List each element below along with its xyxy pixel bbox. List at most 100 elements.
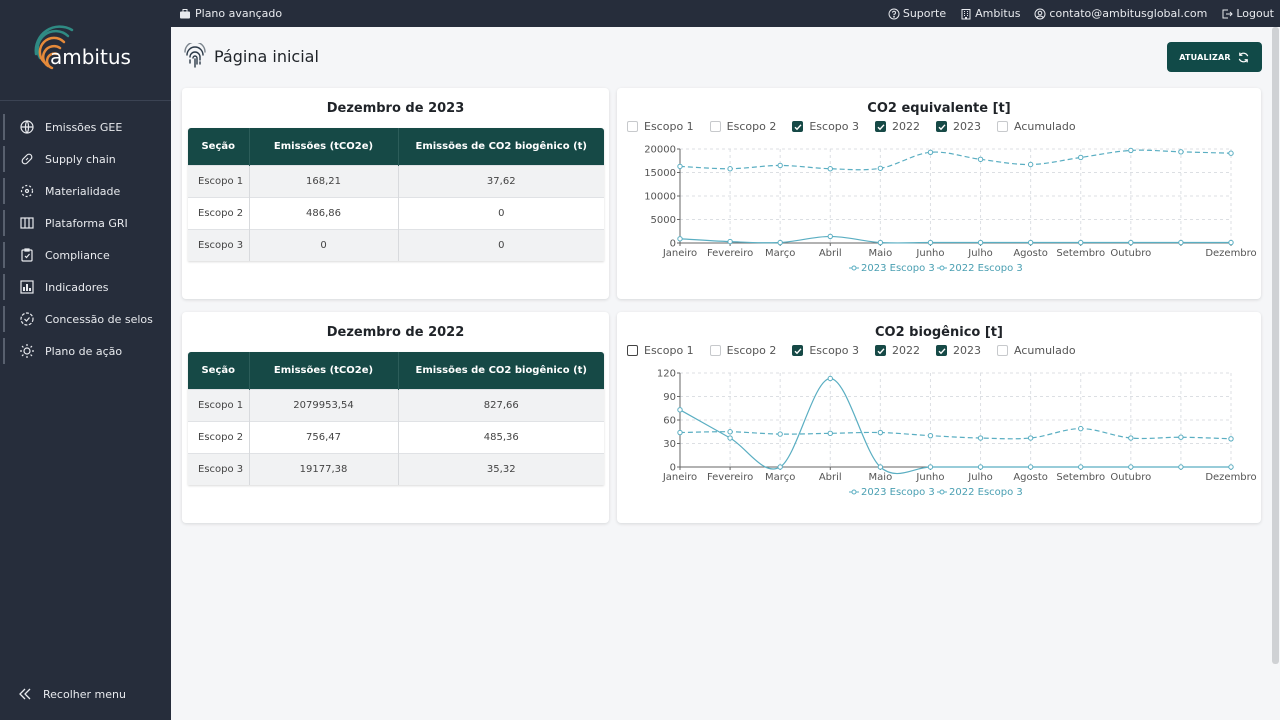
filter-acumulado[interactable]: Acumulado <box>997 120 1076 133</box>
data-point[interactable] <box>1178 149 1184 155</box>
data-point[interactable] <box>1178 464 1184 470</box>
data-point[interactable] <box>877 429 884 436</box>
sidebar-item-label: Materialidade <box>45 184 121 198</box>
checkbox-checked[interactable] <box>792 345 804 356</box>
data-point[interactable] <box>827 233 833 240</box>
sidebar-item-plano-de-acao[interactable]: Plano de ação <box>0 335 171 367</box>
filter-escopo-3[interactable]: Escopo 3 <box>792 344 859 357</box>
data-point[interactable] <box>977 464 984 470</box>
data-point[interactable] <box>1178 239 1184 246</box>
data-point[interactable] <box>977 435 984 441</box>
filter-acumulado[interactable]: Acumulado <box>997 344 1076 357</box>
sidebar-item-materialidade[interactable]: Materialidade <box>0 175 171 207</box>
sidebar-item-emissoes-gee[interactable]: Emissões GEE <box>0 111 171 143</box>
data-point[interactable] <box>1027 464 1034 470</box>
filter-2022[interactable]: 2022 <box>875 120 920 133</box>
sidebar-item-compliance[interactable]: Compliance <box>0 239 171 271</box>
checkbox-checked[interactable] <box>875 121 887 132</box>
data-point[interactable] <box>727 238 733 245</box>
data-point[interactable] <box>927 149 934 155</box>
badge-check-icon <box>20 312 34 326</box>
data-point[interactable] <box>727 435 733 441</box>
legend-item[interactable]: 2023 Escopo 3 <box>849 263 935 274</box>
legend-label: 2022 Escopo 3 <box>949 487 1023 498</box>
data-point[interactable] <box>777 464 783 470</box>
data-point[interactable] <box>1078 239 1084 246</box>
filter-escopo-1[interactable]: Escopo 1 <box>627 344 694 357</box>
data-point[interactable] <box>1228 239 1234 246</box>
data-point[interactable] <box>1078 425 1084 432</box>
company-link[interactable]: Ambitus <box>960 7 1020 20</box>
ambitus-logo[interactable]: ambitus <box>0 0 171 101</box>
support-link[interactable]: Suporte <box>888 7 946 20</box>
sidebar-item-plataforma-gri[interactable]: Plataforma GRI <box>0 207 171 239</box>
checkbox-unchecked[interactable] <box>997 345 1009 356</box>
sidebar-item-indicadores[interactable]: Indicadores <box>0 271 171 303</box>
sidebar-item-label: Emissões GEE <box>45 120 123 134</box>
data-point[interactable] <box>927 239 934 246</box>
data-point[interactable] <box>877 239 884 246</box>
data-point[interactable] <box>1228 464 1234 470</box>
checkbox-checked[interactable] <box>936 345 948 356</box>
filter-escopo-2[interactable]: Escopo 2 <box>709 120 776 133</box>
legend-item[interactable]: 2023 Escopo 3 <box>849 487 935 498</box>
data-point[interactable] <box>777 162 783 169</box>
page-scrollbar[interactable] <box>1272 27 1279 664</box>
filter-escopo-3[interactable]: Escopo 3 <box>792 120 859 133</box>
checkbox-checked[interactable] <box>875 345 887 356</box>
x-tick-label: Setembro <box>1056 248 1105 259</box>
checkbox-checked[interactable] <box>936 121 948 132</box>
email-link[interactable]: contato@ambitusglobal.com <box>1034 7 1207 20</box>
sidebar-item-concessao-de-selos[interactable]: Concessão de selos <box>0 303 171 335</box>
data-point[interactable] <box>977 156 984 163</box>
data-point[interactable] <box>677 163 683 170</box>
checkbox-unchecked[interactable] <box>997 121 1009 132</box>
checkbox-unchecked[interactable] <box>627 121 638 132</box>
data-point[interactable] <box>1027 435 1034 441</box>
filter-2023[interactable]: 2023 <box>936 120 981 133</box>
data-point[interactable] <box>727 166 733 172</box>
table-cell: 19177,38 <box>248 452 399 485</box>
data-point[interactable] <box>927 464 934 470</box>
data-point[interactable] <box>1128 147 1134 154</box>
data-point[interactable] <box>1128 435 1134 441</box>
table-cell: Escopo 2 <box>188 196 249 229</box>
data-point[interactable] <box>877 464 884 470</box>
data-point[interactable] <box>1178 434 1184 440</box>
refresh-button[interactable]: ATUALIZAR <box>1167 42 1262 72</box>
data-point[interactable] <box>777 239 783 246</box>
data-point[interactable] <box>1027 161 1034 168</box>
data-point[interactable] <box>1228 150 1234 156</box>
filter-2022[interactable]: 2022 <box>875 344 920 357</box>
data-point[interactable] <box>1078 154 1084 161</box>
sidebar-item-supply-chain[interactable]: Supply chain <box>0 143 171 175</box>
data-point[interactable] <box>977 239 984 246</box>
data-point[interactable] <box>877 165 884 171</box>
data-point[interactable] <box>677 407 683 413</box>
logout-button[interactable]: Logout <box>1221 7 1274 20</box>
data-point[interactable] <box>677 429 683 436</box>
filter-escopo-2[interactable]: Escopo 2 <box>709 344 776 357</box>
checkbox-unchecked[interactable] <box>709 121 721 132</box>
data-point[interactable] <box>1027 239 1034 246</box>
data-point[interactable] <box>777 431 783 437</box>
legend-item[interactable]: 2022 Escopo 3 <box>937 263 1023 274</box>
data-point[interactable] <box>677 236 683 242</box>
data-point[interactable] <box>927 432 934 439</box>
checkbox-unchecked[interactable] <box>709 345 721 356</box>
data-point[interactable] <box>827 430 833 437</box>
data-point[interactable] <box>827 375 833 382</box>
data-point[interactable] <box>827 166 833 172</box>
checkbox-checked[interactable] <box>792 121 804 132</box>
data-point[interactable] <box>1128 464 1134 470</box>
collapse-menu-button[interactable]: Recolher menu <box>0 682 171 706</box>
checkbox-unchecked[interactable] <box>627 345 638 356</box>
column-header: Seção <box>188 128 249 165</box>
data-point[interactable] <box>1128 239 1134 246</box>
data-point[interactable] <box>1228 436 1234 442</box>
data-point[interactable] <box>1078 464 1084 470</box>
legend-item[interactable]: 2022 Escopo 3 <box>937 487 1023 498</box>
filter-escopo-1[interactable]: Escopo 1 <box>627 120 694 133</box>
filter-2023[interactable]: 2023 <box>936 344 981 357</box>
data-point[interactable] <box>727 429 733 435</box>
